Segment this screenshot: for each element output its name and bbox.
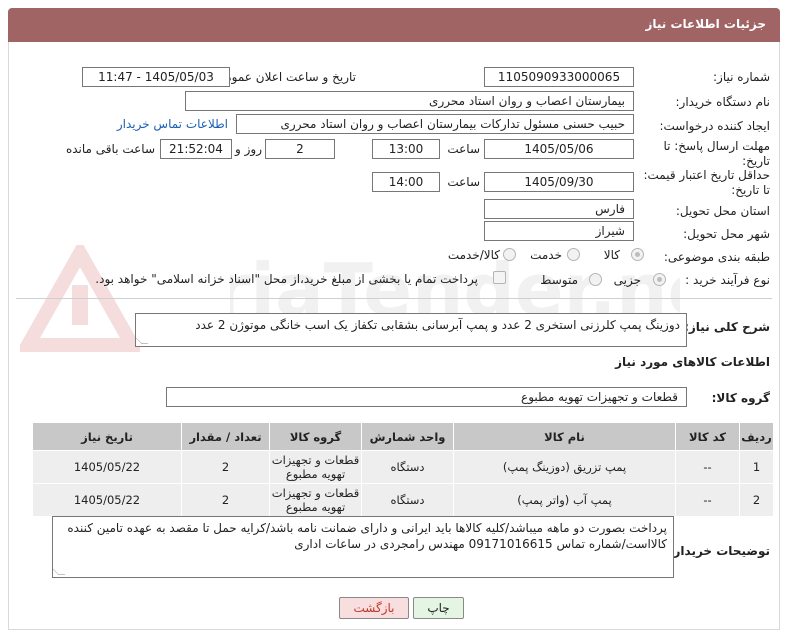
cell-goods-code: --: [675, 450, 740, 484]
cell-row-number: 1: [739, 450, 774, 484]
goods-table: ردیف کد کالا نام کالا واحد شمارش گروه کا…: [32, 422, 774, 517]
cell-row-number: 2: [739, 483, 774, 517]
category-radio-goods[interactable]: [631, 248, 644, 261]
deadline-label: مهلت ارسال پاسخ: تا: [663, 139, 770, 153]
treasury-payment-note: پرداخت تمام یا بخشی از مبلغ خرید،از محل …: [95, 272, 478, 286]
city-label: شهر محل تحویل:: [683, 227, 770, 241]
price-validity-time-label: ساعت: [447, 175, 480, 189]
cell-goods-group: قطعات و تجهیزات تهویه مطبوع: [269, 483, 362, 517]
need-details-panel: جزئیات اطلاعات نیاز AriaTender.net شماره…: [0, 0, 788, 636]
deadline-date-field: 1405/05/06: [484, 139, 634, 159]
category-radio-service[interactable]: [567, 248, 580, 261]
description-textarea: دوزینگ پمپ کلرزنی استخری 2 عدد و پمپ آبر…: [135, 313, 687, 347]
need-number-label: شماره نیاز:: [713, 70, 770, 84]
need-number-field: 1105090933000065: [484, 67, 634, 87]
panel-title-bar: جزئیات اطلاعات نیاز: [8, 8, 780, 42]
announce-date-field: 1405/05/03 - 11:47: [82, 67, 230, 87]
cell-goods-code: --: [675, 483, 740, 517]
deadline-label-2: تاریخ:: [742, 154, 770, 168]
col-header-row-number: ردیف: [739, 422, 774, 451]
days-label: روز و: [235, 142, 262, 156]
cell-quantity: 2: [181, 483, 270, 517]
announce-date-label: تاریخ و ساعت اعلان عمومی:: [211, 70, 356, 84]
goods-info-heading: اطلاعات کالاهای مورد نیاز: [615, 355, 770, 369]
section-divider: [16, 298, 772, 299]
process-type-label: نوع فرآیند خرید :: [685, 273, 770, 287]
process-option-medium: متوسط: [540, 273, 578, 287]
days-remaining-field: 2: [265, 139, 335, 159]
price-validity-time-field: 14:00: [372, 172, 440, 192]
process-radio-medium[interactable]: [589, 273, 602, 286]
cell-goods-name: پمپ آب (واتر پمپ): [453, 483, 676, 517]
buyer-notes-label: توضیحات خریدار:: [668, 544, 770, 558]
goods-group-field: قطعات و تجهیزات تهویه مطبوع: [166, 387, 687, 407]
buyer-contact-link[interactable]: اطلاعات تماس خریدار: [117, 117, 228, 131]
table-row: 1 -- پمپ تزریق (دوزینگ پمپ) دستگاه قطعات…: [32, 450, 774, 484]
city-field: شیراز: [484, 221, 634, 241]
category-option-goods-service: کالا/خدمت: [447, 248, 500, 262]
cell-need-date: 1405/05/22: [32, 450, 182, 484]
col-header-goods-group: گروه کالا: [269, 422, 362, 451]
category-radio-goods-service[interactable]: [503, 248, 516, 261]
description-label: شرح کلی نیاز:: [684, 320, 770, 334]
col-header-unit: واحد شمارش: [361, 422, 454, 451]
resize-grip-icon[interactable]: [53, 568, 66, 575]
resize-grip-icon[interactable]: [136, 337, 149, 344]
back-button[interactable]: بازگشت: [339, 597, 409, 619]
col-header-quantity: تعداد / مقدار: [181, 422, 270, 451]
price-validity-label-2: تا تاریخ:: [731, 183, 770, 197]
process-option-minor: جزیی: [613, 273, 641, 287]
cell-unit: دستگاه: [361, 450, 454, 484]
panel-title: جزئیات اطلاعات نیاز: [645, 17, 766, 31]
remaining-time-label: ساعت باقی مانده: [65, 142, 155, 156]
cell-goods-group: قطعات و تجهیزات تهویه مطبوع: [269, 450, 362, 484]
buyer-org-label: نام دستگاه خریدار:: [675, 95, 771, 109]
description-text: دوزینگ پمپ کلرزنی استخری 2 عدد و پمپ آبر…: [195, 318, 680, 332]
creator-field: حبیب حسنی مسئول تدارکات بیمارستان اعصاب …: [236, 114, 634, 134]
province-field: فارس: [484, 199, 634, 219]
buyer-notes-textarea: پرداخت بصورت دو ماهه میباشد/کلیه کالاها …: [52, 516, 674, 578]
category-label: طبقه بندی موضوعی:: [663, 250, 770, 264]
cell-unit: دستگاه: [361, 483, 454, 517]
buyer-notes-text: پرداخت بصورت دو ماهه میباشد/کلیه کالاها …: [67, 521, 667, 551]
deadline-time-field: 13:00: [372, 139, 440, 159]
print-button[interactable]: چاپ: [413, 597, 464, 619]
category-option-goods: کالا: [603, 248, 620, 262]
province-label: استان محل تحویل:: [675, 204, 770, 218]
creator-label: ایجاد کننده درخواست:: [659, 119, 770, 133]
buyer-org-field: بیمارستان اعصاب و روان استاد محرری: [185, 91, 634, 111]
table-row: 2 -- پمپ آب (واتر پمپ) دستگاه قطعات و تج…: [32, 483, 774, 517]
price-validity-label: حداقل تاریخ اعتبار قیمت:: [643, 168, 770, 182]
category-option-service: خدمت: [530, 248, 562, 262]
cell-quantity: 2: [181, 450, 270, 484]
price-validity-date-field: 1405/09/30: [484, 172, 634, 192]
remaining-time-field: 21:52:04: [160, 139, 232, 159]
goods-group-label: گروه کالا:: [711, 391, 770, 405]
cell-need-date: 1405/05/22: [32, 483, 182, 517]
col-header-goods-code: کد کالا: [675, 422, 740, 451]
deadline-time-label: ساعت: [447, 142, 480, 156]
table-header-row: ردیف کد کالا نام کالا واحد شمارش گروه کا…: [32, 422, 774, 451]
cell-goods-name: پمپ تزریق (دوزینگ پمپ): [453, 450, 676, 484]
col-header-need-date: تاریخ نیاز: [32, 422, 182, 451]
col-header-goods-name: نام کالا: [453, 422, 676, 451]
treasury-payment-checkbox[interactable]: [493, 271, 506, 284]
process-radio-minor[interactable]: [653, 273, 666, 286]
